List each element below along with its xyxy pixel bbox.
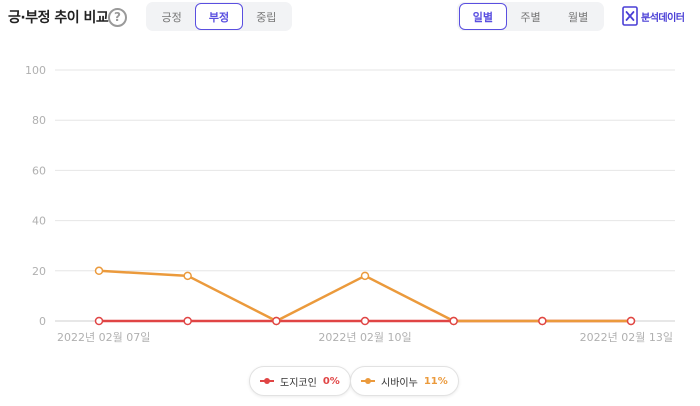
tab-monthly[interactable]: 월별 [554,3,602,30]
legend-item-dogecoin[interactable]: 도지코인 0% [249,366,351,396]
sentiment-tabs: 긍정 부정 중립 [146,2,292,31]
data-point [183,271,192,281]
legend-marker-icon [361,377,375,385]
excel-icon [622,6,638,26]
tab-daily[interactable]: 일별 [459,3,507,30]
data-point [272,316,281,326]
x-tick-label: 2022년 02월 13일 [580,330,673,344]
y-tick-label: 40 [32,215,46,228]
data-point [538,316,547,326]
legend-percent: 11% [423,375,448,387]
legend-item-shiba-inu[interactable]: 시바이누 11% [350,366,459,396]
y-tick-label: 80 [32,114,46,127]
legend-label: 도지코인 [280,377,317,389]
legend-percent: 0% [322,375,340,387]
y-tick-label: 60 [32,164,46,177]
legend-label: 시바이누 [381,377,418,389]
data-point [183,316,192,326]
page-title: 긍·부정 추이 비교 [8,10,109,26]
y-tick-label: 0 [39,315,46,328]
legend-marker-icon [260,377,274,385]
x-tick-label: 2022년 02월 10일 [318,330,411,344]
tab-neutral[interactable]: 중립 [243,3,290,30]
sentiment-trend-chart: 0 20 40 60 80 100 2022년 02월 07일 2022년 02월 10일 20… [25,64,675,344]
help-icon[interactable]: ? [108,8,127,27]
tab-negative[interactable]: 부정 [195,3,243,30]
export-data-button[interactable]: 분석데이터 [622,6,685,26]
export-label: 분석데이터 [641,12,685,24]
y-tick-label: 100 [25,64,46,77]
data-point [94,316,104,326]
tab-positive[interactable]: 긍정 [148,3,195,30]
data-point [449,316,458,326]
tab-weekly[interactable]: 주별 [507,3,555,30]
chart-header: 긍·부정 추이 비교 ? 긍정 부정 중립 일별 주별 월별 분석데이터 [0,0,700,34]
data-point [360,271,370,281]
data-point [94,266,104,276]
period-tabs: 일별 주별 월별 [457,2,604,31]
y-tick-label: 20 [32,265,46,278]
x-tick-label: 2022년 02월 07일 [57,330,150,344]
data-point [626,316,636,326]
data-point [360,316,370,326]
